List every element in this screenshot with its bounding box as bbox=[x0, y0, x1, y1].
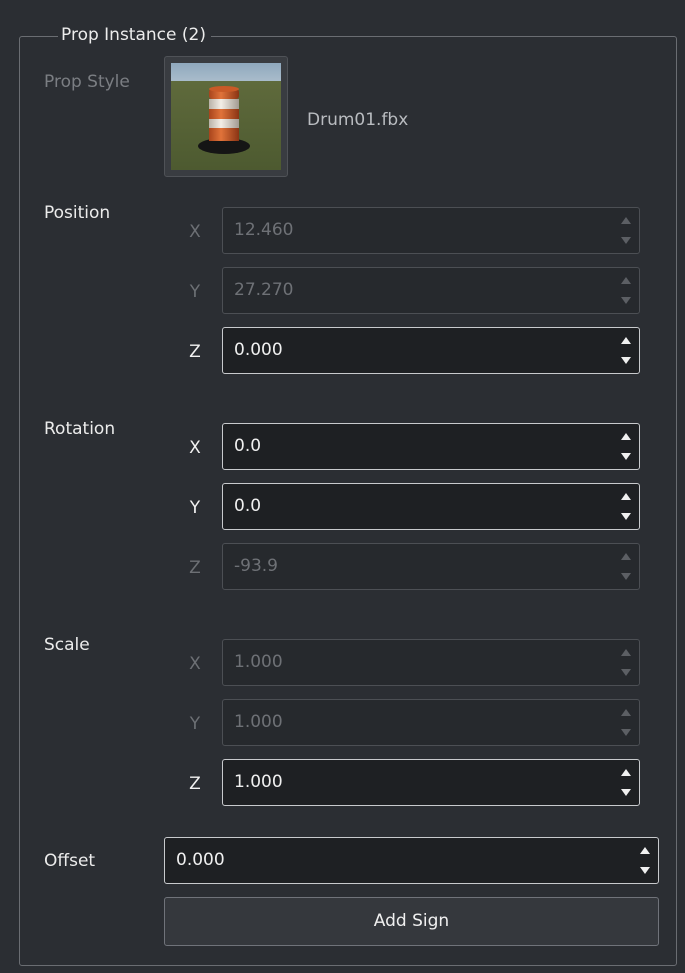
prop-file-name: Drum01.fbx bbox=[307, 110, 409, 130]
scale-y-label: Y bbox=[189, 714, 201, 734]
offset-value: 0.000 bbox=[176, 850, 225, 870]
add-sign-button[interactable]: Add Sign bbox=[164, 897, 659, 946]
spin-arrows-icon[interactable] bbox=[619, 214, 633, 247]
spin-arrows-icon[interactable] bbox=[619, 490, 633, 523]
group-title: Prop Instance (2) bbox=[58, 22, 211, 48]
position-y-spinbox[interactable]: 27.270 bbox=[222, 267, 640, 314]
offset-spinbox[interactable]: 0.000 bbox=[164, 837, 659, 884]
scale-x-value: 1.000 bbox=[234, 652, 283, 672]
prop-style-label: Prop Style bbox=[44, 72, 130, 92]
scale-z-spinbox[interactable]: 1.000 bbox=[222, 759, 640, 806]
rotation-x-label: X bbox=[189, 438, 201, 458]
scale-z-label: Z bbox=[189, 774, 201, 794]
rotation-y-spinbox[interactable]: 0.0 bbox=[222, 483, 640, 530]
offset-label: Offset bbox=[44, 851, 96, 871]
spin-arrows-icon[interactable] bbox=[619, 274, 633, 307]
rotation-y-value: 0.0 bbox=[234, 496, 262, 516]
position-z-spinbox[interactable]: 0.000 bbox=[222, 327, 640, 374]
spin-arrows-icon[interactable] bbox=[619, 550, 633, 583]
rotation-y-label: Y bbox=[189, 498, 201, 518]
scale-label: Scale bbox=[44, 635, 90, 655]
position-y-value: 27.270 bbox=[234, 280, 294, 300]
scale-y-spinbox[interactable]: 1.000 bbox=[222, 699, 640, 746]
scale-x-label: X bbox=[189, 654, 201, 674]
scale-x-spinbox[interactable]: 1.000 bbox=[222, 639, 640, 686]
spin-arrows-icon[interactable] bbox=[619, 646, 633, 679]
spin-arrows-icon[interactable] bbox=[619, 766, 633, 799]
spin-arrows-icon[interactable] bbox=[619, 706, 633, 739]
rotation-label: Rotation bbox=[44, 419, 116, 439]
position-x-label: X bbox=[189, 222, 201, 242]
spin-arrows-icon[interactable] bbox=[619, 334, 633, 367]
position-label: Position bbox=[44, 203, 111, 223]
position-z-value: 0.000 bbox=[234, 340, 283, 360]
rotation-x-spinbox[interactable]: 0.0 bbox=[222, 423, 640, 470]
rotation-z-spinbox[interactable]: -93.9 bbox=[222, 543, 640, 590]
position-x-spinbox[interactable]: 12.460 bbox=[222, 207, 640, 254]
rotation-z-value: -93.9 bbox=[234, 556, 278, 576]
prop-style-thumbnail[interactable] bbox=[164, 56, 288, 177]
rotation-x-value: 0.0 bbox=[234, 436, 262, 456]
position-x-value: 12.460 bbox=[234, 220, 294, 240]
rotation-z-label: Z bbox=[189, 558, 201, 578]
spin-arrows-icon[interactable] bbox=[619, 430, 633, 463]
position-z-label: Z bbox=[189, 342, 201, 362]
scale-y-value: 1.000 bbox=[234, 712, 283, 732]
position-y-label: Y bbox=[189, 282, 201, 302]
drum-thumbnail-image bbox=[171, 63, 281, 170]
scale-z-value: 1.000 bbox=[234, 772, 283, 792]
spin-arrows-icon[interactable] bbox=[638, 844, 652, 877]
